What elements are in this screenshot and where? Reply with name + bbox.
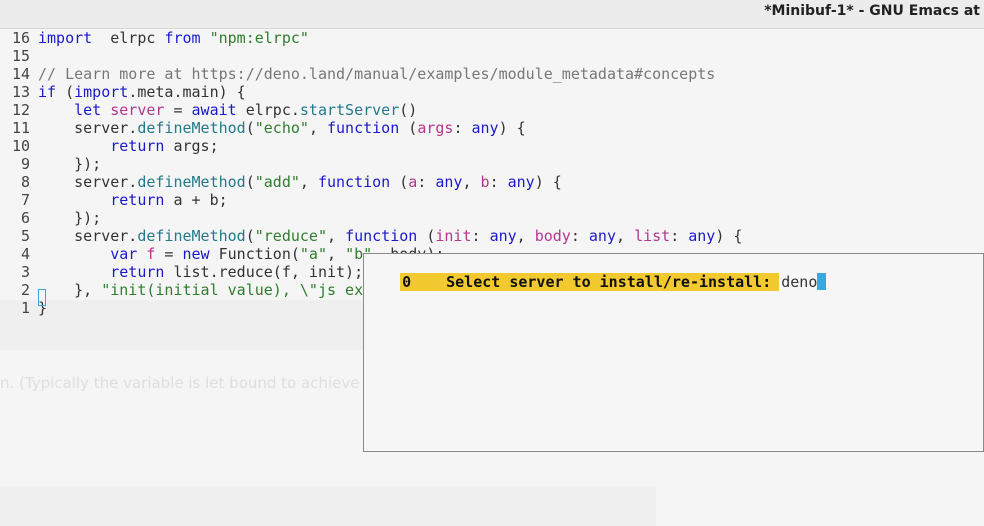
code-line[interactable]: 3 return list.reduce(f, init); bbox=[0, 263, 363, 281]
line-number: 6 bbox=[20, 209, 30, 227]
text-cursor bbox=[38, 289, 46, 306]
line-number: 13 bbox=[11, 83, 30, 101]
candidate-count: 0 bbox=[400, 273, 433, 291]
code-line[interactable]: 8 server.defineMethod("add", function (a… bbox=[0, 173, 562, 191]
code-line[interactable]: 7 return a + b; bbox=[0, 191, 228, 209]
minibuffer-prompt: Select server to install/re-install: bbox=[432, 273, 780, 291]
line-number: 10 bbox=[11, 137, 30, 155]
line-number: 3 bbox=[20, 263, 30, 281]
code-text: }, "init(initial value), \"js ex bbox=[38, 281, 364, 299]
code-text: server.defineMethod("add", function (a: … bbox=[38, 173, 562, 191]
line-number: 4 bbox=[20, 245, 30, 263]
line-number: 7 bbox=[20, 191, 30, 209]
line-number: 1 bbox=[20, 299, 30, 317]
code-line[interactable]: 5 server.defineMethod("reduce", function… bbox=[0, 227, 742, 245]
code-line[interactable]: 11 server.defineMethod("echo", function … bbox=[0, 119, 526, 137]
line-number: 12 bbox=[11, 101, 30, 119]
code-text: if (import.meta.main) { bbox=[38, 83, 246, 101]
code-line[interactable]: 12 let server = await elrpc.startServer(… bbox=[0, 101, 417, 119]
code-line[interactable]: 16 import elrpc from "npm:elrpc" bbox=[0, 29, 309, 47]
minibuffer-cursor bbox=[817, 273, 827, 290]
code-line[interactable]: 15 bbox=[0, 47, 38, 65]
code-text: // Learn more at https://deno.land/manua… bbox=[38, 65, 716, 83]
code-text: return a + b; bbox=[110, 191, 228, 209]
minibuffer-prompt-row[interactable]: 0 Select server to install/re-install: den… bbox=[364, 255, 827, 291]
code-line[interactable]: 14 // Learn more at https://deno.land/man… bbox=[0, 65, 715, 83]
code-text: import elrpc from "npm:elrpc" bbox=[38, 29, 309, 47]
line-number: 16 bbox=[11, 29, 30, 47]
line-number: 8 bbox=[20, 173, 30, 191]
code-text: server.defineMethod("reduce", function (… bbox=[38, 227, 743, 245]
window-title: *Minibuf-1* - GNU Emacs at bbox=[764, 3, 980, 19]
background-ghost-toolbar bbox=[0, 486, 656, 526]
code-line[interactable]: 9 }); bbox=[0, 155, 101, 173]
title-bar: *Minibuf-1* - GNU Emacs at bbox=[0, 0, 984, 29]
line-number: 14 bbox=[11, 65, 30, 83]
code-text: server.defineMethod("echo", function (ar… bbox=[38, 119, 526, 137]
code-text: return list.reduce(f, init); bbox=[110, 263, 364, 281]
line-number: 5 bbox=[20, 227, 30, 245]
code-line[interactable]: 13 if (import.meta.main) { bbox=[0, 83, 246, 101]
code-line[interactable]: 10 return args; bbox=[0, 137, 219, 155]
code-text: }); bbox=[38, 209, 102, 227]
line-number: 11 bbox=[11, 119, 30, 137]
minibuffer-popup[interactable]: 0 Select server to install/re-install: den… bbox=[363, 253, 984, 452]
code-line[interactable]: 2 }, "init(initial value), \"js ex bbox=[0, 281, 363, 299]
minibuffer-input[interactable]: deno bbox=[779, 273, 817, 291]
line-number: 2 bbox=[20, 281, 30, 299]
line-number: 9 bbox=[20, 155, 30, 173]
code-text: }); bbox=[38, 155, 102, 173]
code-line[interactable]: 6 }); bbox=[0, 209, 101, 227]
code-text: let server = await elrpc.startServer() bbox=[74, 101, 418, 119]
line-number: 15 bbox=[11, 47, 30, 65]
code-text: return args; bbox=[110, 137, 219, 155]
